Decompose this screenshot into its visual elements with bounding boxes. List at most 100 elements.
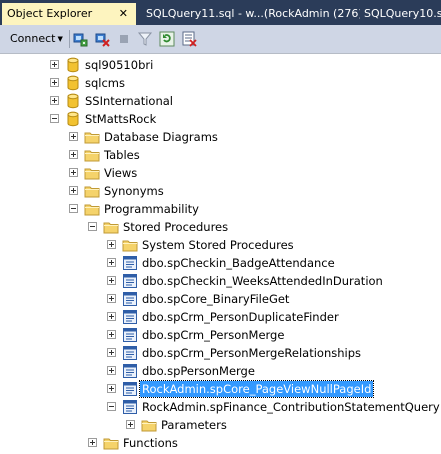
folder-icon: [84, 201, 100, 217]
expand-icon[interactable]: [107, 294, 116, 303]
tree-node[interactable]: sqlcms: [0, 74, 441, 92]
tree-node-label[interactable]: RockAdmin.spCore_PageViewNullPageId: [138, 380, 375, 398]
tree-node-label[interactable]: dbo.spCore_BinaryFileGet: [142, 290, 289, 308]
tree-node[interactable]: Tables: [0, 146, 441, 164]
expand-icon[interactable]: [107, 366, 116, 375]
folder-icon: [84, 147, 100, 163]
expand-icon[interactable]: [50, 78, 59, 87]
tree-node-label[interactable]: Parameters: [161, 416, 227, 434]
collapse-icon[interactable]: [69, 204, 78, 213]
tree-node-label[interactable]: Tables: [104, 146, 140, 164]
stored-procedure-icon: [122, 309, 138, 325]
chevron-down-icon: ▼: [57, 35, 63, 43]
stored-procedure-icon: [122, 363, 138, 379]
tree-node[interactable]: dbo.spCore_BinaryFileGet: [0, 290, 441, 308]
tab-sqlquery11[interactable]: SQLQuery11.sql - w...(RockAdmin (276))*: [146, 3, 360, 25]
tree-node[interactable]: dbo.spPersonMerge: [0, 362, 441, 380]
collapse-icon[interactable]: [107, 402, 116, 411]
tree-node-label[interactable]: sqlcms: [85, 74, 125, 92]
tree-node-label[interactable]: RockAdmin.spFinance_ContributionStatemen…: [142, 398, 440, 416]
tree-node[interactable]: dbo.spCheckin_BadgeAttendance: [0, 254, 441, 272]
tree-node[interactable]: Parameters: [0, 416, 441, 434]
database-icon: [65, 111, 81, 127]
tree-node[interactable]: Views: [0, 164, 441, 182]
object-explorer-tree: sql90510bri sqlcms SSInternational StMattsR…: [0, 54, 441, 454]
tree-node-label[interactable]: Database Diagrams: [104, 128, 218, 146]
filter-icon[interactable]: [137, 31, 153, 47]
tree-node[interactable]: StMattsRock: [0, 110, 441, 128]
toolbar-separator: [69, 30, 70, 48]
connect-label: Connect: [10, 32, 56, 45]
collapse-icon[interactable]: [88, 222, 97, 231]
tree-node[interactable]: RockAdmin.spFinance_ContributionStatemen…: [0, 398, 441, 416]
tree-node[interactable]: System Stored Procedures: [0, 236, 441, 254]
folder-icon: [103, 435, 119, 451]
tree-node[interactable]: Programmability: [0, 200, 441, 218]
connect-object-explorer-icon[interactable]: [72, 31, 88, 47]
stop-icon[interactable]: [116, 31, 132, 47]
expand-icon[interactable]: [69, 132, 78, 141]
folder-icon: [84, 183, 100, 199]
expand-icon[interactable]: [88, 438, 97, 447]
tree-node-label[interactable]: System Stored Procedures: [142, 236, 294, 254]
expand-icon[interactable]: [107, 384, 116, 393]
expand-icon[interactable]: [50, 96, 59, 105]
database-icon: [65, 57, 81, 73]
expand-icon[interactable]: [126, 420, 135, 429]
stored-procedure-icon: [122, 273, 138, 289]
tree-node[interactable]: Stored Procedures: [0, 218, 441, 236]
expand-icon[interactable]: [107, 312, 116, 321]
expand-icon[interactable]: [107, 348, 116, 357]
tree-node[interactable]: dbo.spCrm_PersonMergeRelationships: [0, 344, 441, 362]
tree-node[interactable]: dbo.spCrm_PersonMerge: [0, 326, 441, 344]
tree-node-label[interactable]: StMattsRock: [85, 110, 156, 128]
tree-node-label[interactable]: dbo.spCheckin_BadgeAttendance: [142, 254, 335, 272]
collapse-icon[interactable]: [50, 114, 59, 123]
folder-icon: [84, 129, 100, 145]
tree-node-label[interactable]: Views: [104, 164, 137, 182]
connect-button[interactable]: Connect ▼: [10, 31, 63, 47]
disconnect-icon[interactable]: [94, 31, 110, 47]
tree-node[interactable]: Synonyms: [0, 182, 441, 200]
tree-node-label[interactable]: dbo.spCheckin_WeeksAttendedInDuration: [142, 272, 383, 290]
activity-monitor-icon[interactable]: [181, 31, 197, 47]
stored-procedure-icon: [122, 399, 138, 415]
expand-icon[interactable]: [69, 150, 78, 159]
object-explorer-window: Object Explorer ✕ SQLQuery11.sql - w...(…: [0, 0, 441, 454]
tree-node[interactable]: dbo.spCrm_PersonDuplicateFinder: [0, 308, 441, 326]
expand-icon[interactable]: [69, 168, 78, 177]
expand-icon[interactable]: [107, 330, 116, 339]
tree-node[interactable]: Database Diagrams: [0, 128, 441, 146]
tab-object-explorer[interactable]: Object Explorer ✕: [2, 3, 136, 25]
tree-node-label[interactable]: dbo.spCrm_PersonMerge: [142, 326, 284, 344]
tree-node-label[interactable]: dbo.spCrm_PersonDuplicateFinder: [142, 308, 339, 326]
expand-icon[interactable]: [50, 60, 59, 69]
refresh-icon[interactable]: [159, 31, 175, 47]
tree-node-label[interactable]: Programmability: [104, 200, 199, 218]
tree-node[interactable]: Functions: [0, 434, 441, 452]
tab-sqlquery10[interactable]: SQLQuery10.sq: [364, 3, 441, 25]
tab-sqlquery11-label: SQLQuery11.sql - w...(RockAdmin (276))*: [146, 7, 360, 20]
tree-node[interactable]: sql90510bri: [0, 56, 441, 74]
tree-node-label[interactable]: Functions: [123, 434, 178, 452]
tree-node[interactable]: SSInternational: [0, 92, 441, 110]
object-explorer-toolbar: Connect ▼: [0, 25, 441, 54]
tab-object-explorer-label: Object Explorer: [7, 7, 93, 20]
tree-node[interactable]: RockAdmin.spCore_PageViewNullPageId: [0, 380, 441, 398]
tree-node-label[interactable]: SSInternational: [85, 92, 173, 110]
expand-icon[interactable]: [107, 276, 116, 285]
stored-procedure-icon: [122, 381, 138, 397]
tree-node-label[interactable]: sql90510bri: [85, 56, 153, 74]
database-icon: [65, 75, 81, 91]
tree-node-label[interactable]: Stored Procedures: [123, 218, 228, 236]
expand-icon[interactable]: [69, 186, 78, 195]
tree-node-label[interactable]: dbo.spPersonMerge: [142, 362, 255, 380]
expand-icon[interactable]: [107, 240, 116, 249]
tree-node[interactable]: dbo.spCheckin_WeeksAttendedInDuration: [0, 272, 441, 290]
close-icon[interactable]: ✕: [119, 3, 128, 25]
tree-node-label[interactable]: dbo.spCrm_PersonMergeRelationships: [142, 344, 361, 362]
tab-strip: Object Explorer ✕ SQLQuery11.sql - w...(…: [0, 0, 441, 25]
stored-procedure-icon: [122, 327, 138, 343]
tree-node-label[interactable]: Synonyms: [104, 182, 164, 200]
expand-icon[interactable]: [107, 258, 116, 267]
